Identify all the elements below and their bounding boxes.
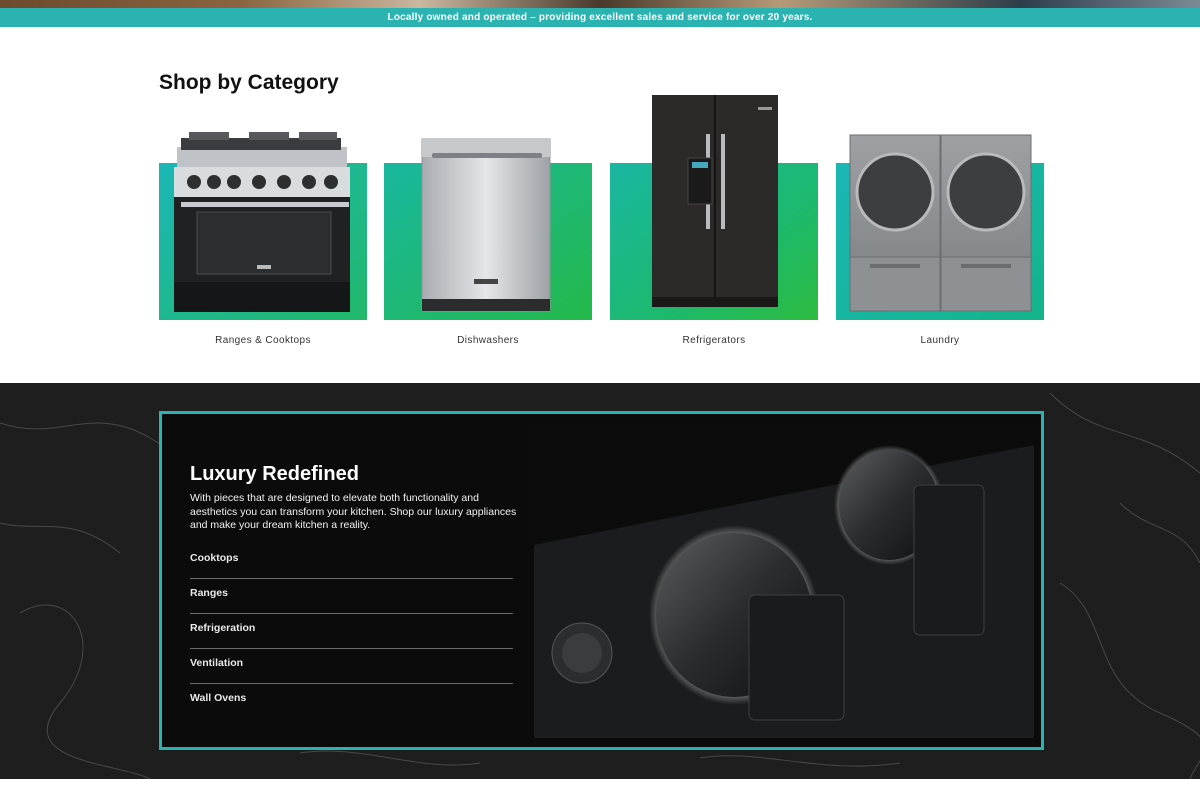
- luxury-links-list: Cooktops Ranges Refrigeration Ventilatio…: [190, 544, 513, 719]
- category-label[interactable]: Ranges & Cooktops: [159, 335, 367, 346]
- category-card-dishwashers[interactable]: Dishwashers: [384, 92, 592, 352]
- range-oven-image: [174, 132, 350, 312]
- range-knobs-image: [534, 425, 1034, 738]
- category-label[interactable]: Laundry: [836, 335, 1044, 346]
- luxury-title: Luxury Redefined: [190, 463, 359, 485]
- category-label[interactable]: Refrigerators: [610, 335, 818, 346]
- category-label[interactable]: Dishwashers: [384, 335, 592, 346]
- luxury-link-cooktops[interactable]: Cooktops: [190, 544, 513, 579]
- luxury-link-refrigeration[interactable]: Refrigeration: [190, 614, 513, 649]
- next-section-peek: [0, 779, 1200, 800]
- category-card-refrigerators[interactable]: Refrigerators: [610, 92, 818, 352]
- luxury-link-ventilation[interactable]: Ventilation: [190, 649, 513, 684]
- hero-image-strip: [0, 0, 1200, 8]
- category-card-laundry[interactable]: Laundry: [836, 92, 1044, 352]
- luxury-link-wall-ovens[interactable]: Wall Ovens: [190, 684, 513, 719]
- refrigerator-image: [652, 95, 778, 307]
- luxury-link-ranges[interactable]: Ranges: [190, 579, 513, 614]
- luxury-card: Luxury Redefined With pieces that are de…: [159, 411, 1044, 750]
- luxury-section: Luxury Redefined With pieces that are de…: [0, 383, 1200, 779]
- announcement-bar: Locally owned and operated – providing e…: [0, 8, 1200, 27]
- category-card-ranges[interactable]: Ranges & Cooktops: [159, 92, 367, 352]
- luxury-description: With pieces that are designed to elevate…: [190, 492, 517, 531]
- dishwasher-image: [421, 138, 551, 312]
- washer-dryer-image: [849, 134, 1032, 312]
